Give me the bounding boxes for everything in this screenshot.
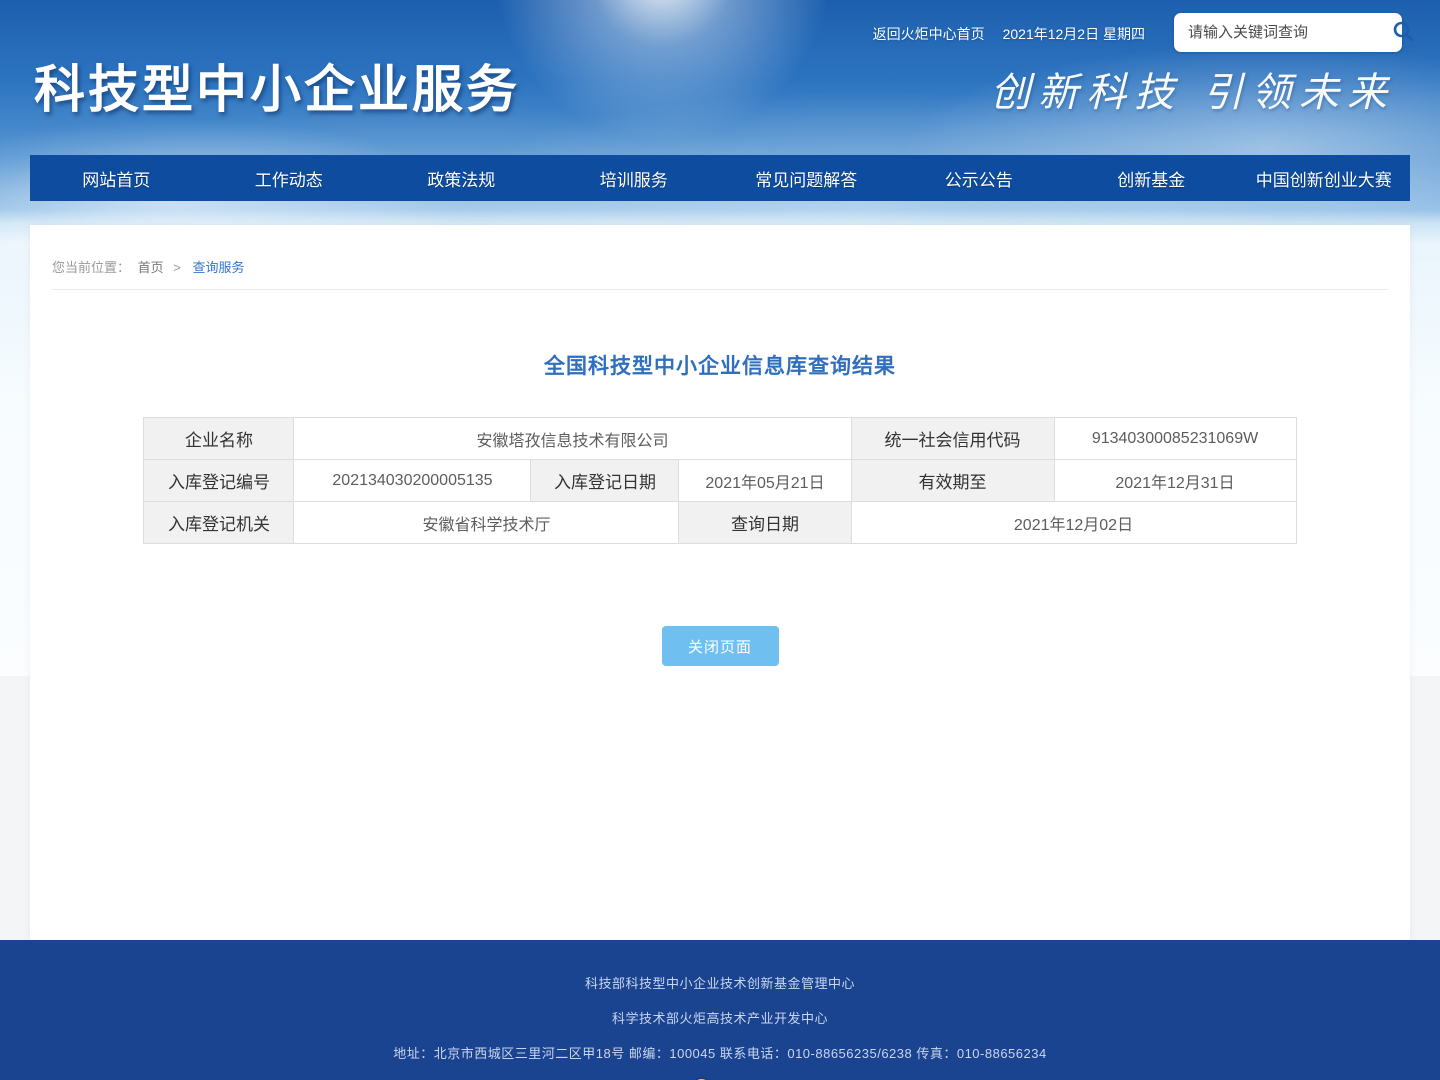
close-page-button[interactable]: 关闭页面 [662, 626, 779, 666]
breadcrumb-prefix: 您当前位置： [52, 260, 130, 275]
site-title: 科技型中小企业服务 [34, 48, 520, 122]
breadcrumb: 您当前位置： 首页 > 查询服务 [52, 225, 1388, 290]
nav-item-work-news[interactable]: 工作动态 [203, 155, 376, 201]
table-row: 入库登记编号 202134030200005135 入库登记日期 2021年05… [144, 460, 1296, 502]
registration-authority-label: 入库登记机关 [144, 502, 294, 544]
company-name-label: 企业名称 [144, 418, 294, 460]
search-button[interactable] [1389, 17, 1417, 48]
registration-date-value: 2021年05月21日 [679, 460, 851, 502]
registration-date-label: 入库登记日期 [531, 460, 679, 502]
return-torch-center-link[interactable]: 返回火炬中心首页 [873, 24, 985, 44]
content-panel: 您当前位置： 首页 > 查询服务 全国科技型中小企业信息库查询结果 企业名称 安… [30, 225, 1410, 940]
nav-item-training[interactable]: 培训服务 [548, 155, 721, 201]
search-input[interactable] [1186, 23, 1389, 42]
page: 返回火炬中心首页 2021年12月2日 星期四 科技型中小企业服务 创新科技 引… [0, 0, 1440, 1080]
query-date-value: 2021年12月02日 [851, 502, 1296, 544]
date-text: 2021年12月2日 星期四 [1003, 24, 1145, 44]
footer-address-line: 地址：北京市西城区三里河二区甲18号 邮编：100045 联系电话：010-88… [0, 1043, 1440, 1062]
nav-item-policies[interactable]: 政策法规 [375, 155, 548, 201]
footer-org-line-2: 科学技术部火炬高技术产业开发中心 [0, 1008, 1440, 1027]
query-date-label: 查询日期 [679, 502, 851, 544]
query-result-table: 企业名称 安徽塔孜信息技术有限公司 统一社会信用代码 9134030008523… [143, 417, 1296, 544]
nav-item-faq[interactable]: 常见问题解答 [720, 155, 893, 201]
credit-code-value: 91340300085231069W [1054, 418, 1296, 460]
breadcrumb-home-link[interactable]: 首页 [138, 260, 164, 275]
nav-item-innovation-fund[interactable]: 创新基金 [1065, 155, 1238, 201]
credit-code-label: 统一社会信用代码 [851, 418, 1054, 460]
breadcrumb-separator: > [173, 260, 181, 275]
registration-number-value: 202134030200005135 [294, 460, 531, 502]
page-title: 全国科技型中小企业信息库查询结果 [30, 350, 1410, 380]
search-box [1174, 13, 1402, 52]
main-nav: 网站首页 工作动态 政策法规 培训服务 常见问题解答 公示公告 创新基金 中国创… [30, 155, 1410, 201]
nav-item-home[interactable]: 网站首页 [30, 155, 203, 201]
nav-item-announcements[interactable]: 公示公告 [893, 155, 1066, 201]
registration-number-label: 入库登记编号 [144, 460, 294, 502]
registration-authority-value: 安徽省科学技术厅 [294, 502, 679, 544]
table-row: 入库登记机关 安徽省科学技术厅 查询日期 2021年12月02日 [144, 502, 1296, 544]
footer: 科技部科技型中小企业技术创新基金管理中心 科学技术部火炬高技术产业开发中心 地址… [0, 940, 1440, 1080]
footer-org-line-1: 科技部科技型中小企业技术创新基金管理中心 [0, 973, 1440, 992]
search-icon [1391, 19, 1415, 46]
company-name-value: 安徽塔孜信息技术有限公司 [294, 418, 851, 460]
nav-item-competition[interactable]: 中国创新创业大赛 [1238, 155, 1411, 201]
valid-until-label: 有效期至 [851, 460, 1054, 502]
table-row: 企业名称 安徽塔孜信息技术有限公司 统一社会信用代码 9134030008523… [144, 418, 1296, 460]
top-utility-row: 返回火炬中心首页 2021年12月2日 星期四 [873, 24, 1145, 44]
site-slogan: 创新科技 引领未来 [990, 60, 1395, 118]
valid-until-value: 2021年12月31日 [1054, 460, 1296, 502]
breadcrumb-current-link[interactable]: 查询服务 [193, 260, 245, 275]
close-button-container: 关闭页面 [30, 626, 1410, 666]
